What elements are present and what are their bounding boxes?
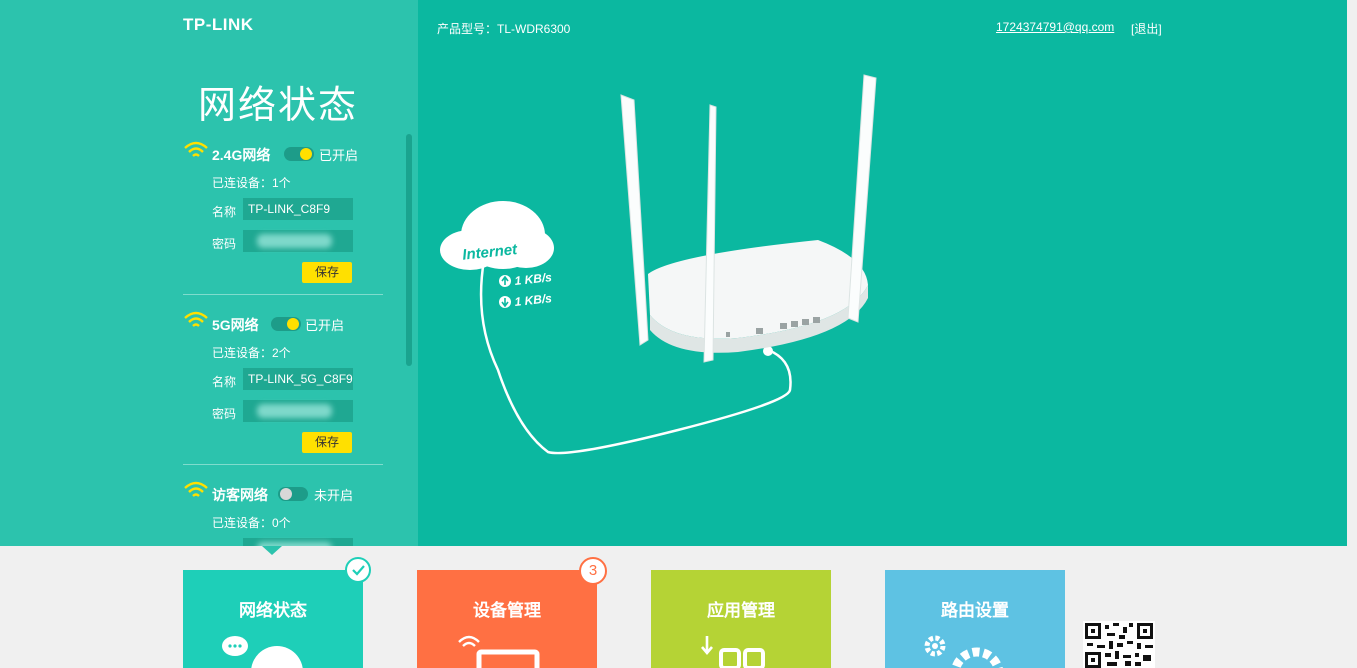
ssid-input[interactable] — [243, 538, 353, 546]
password-input[interactable] — [243, 400, 353, 422]
sidebar: TP-LINK 网络状态 2.4G网络 已开启 已连设备：1个 名称 TP-LI… — [0, 0, 418, 546]
connected-devices: 已连设备：2个 — [212, 346, 291, 360]
nav-card-label: 路由设置 — [941, 601, 1009, 620]
save-button[interactable]: 保存 — [302, 432, 352, 453]
antenna — [620, 94, 649, 346]
nav-card-device-management[interactable]: 设备管理 — [417, 570, 597, 668]
toggle-knob — [287, 318, 299, 330]
divider — [183, 294, 383, 295]
download-speed: 1 KB/s — [514, 291, 553, 309]
wifi-icon — [184, 311, 208, 327]
nav-card-app-management[interactable]: 应用管理 — [651, 570, 831, 668]
network-name: 5G网络 — [212, 317, 259, 333]
password-label: 密码 — [212, 237, 237, 251]
product-model: 产品型号：TL-WDR6300 — [437, 22, 571, 36]
network-name: 2.4G网络 — [212, 147, 271, 163]
network-status: 已开启 — [305, 318, 345, 333]
active-pointer — [262, 546, 282, 555]
ssid-label: 名称 — [212, 375, 237, 389]
devices-icon — [458, 635, 540, 668]
wifi-icon — [184, 141, 208, 157]
router-diagram: Internet 1 KB/s 1 KB/s — [440, 74, 877, 455]
ssid-input[interactable]: TP-LINK_C8F9 — [243, 198, 353, 220]
ssid-input[interactable]: TP-LINK_5G_C8F9 — [243, 368, 353, 390]
top-area: TP-LINK 网络状态 2.4G网络 已开启 已连设备：1个 名称 TP-LI… — [0, 0, 1357, 546]
nav-card-network-status[interactable]: 网络状态 — [183, 570, 363, 668]
nav-card-label: 设备管理 — [473, 601, 541, 620]
brand-logo: TP-LINK — [183, 15, 254, 34]
connected-devices: 已连设备：0个 — [212, 516, 291, 530]
network-name: 访客网络 — [212, 487, 268, 503]
network-status: 已开启 — [319, 148, 359, 163]
nav-card-label: 应用管理 — [707, 601, 775, 620]
qr-code-icon — [1083, 621, 1155, 668]
network-status: 未开启 — [314, 488, 354, 503]
toggle-knob — [300, 148, 312, 160]
network-toggle[interactable] — [284, 147, 314, 161]
sidebar-scrollbar[interactable] — [406, 134, 412, 366]
password-input[interactable] — [243, 230, 353, 252]
wifi-icon — [184, 481, 208, 497]
network-toggle[interactable] — [271, 317, 301, 331]
toggle-knob — [280, 488, 292, 500]
gears-icon — [924, 635, 1003, 668]
account-link[interactable]: 1724374791@qq.com — [996, 20, 1114, 34]
connected-devices: 已连设备：1个 — [212, 176, 291, 190]
apps-icon — [701, 636, 765, 668]
globe-chat-icon — [222, 636, 303, 668]
device-count-badge: 3 — [579, 557, 607, 585]
network-toggle[interactable] — [278, 487, 308, 501]
check-icon — [345, 557, 371, 583]
divider — [183, 464, 383, 465]
nav-card-router-settings[interactable]: 路由设置 — [885, 570, 1065, 668]
upload-speed: 1 KB/s — [514, 270, 553, 288]
page-title: 网络状态 — [198, 83, 359, 127]
nav-card-label: 网络状态 — [239, 601, 307, 620]
password-label: 密码 — [212, 407, 237, 421]
logout-link[interactable]: [退出] — [1131, 20, 1162, 37]
save-button[interactable]: 保存 — [302, 262, 352, 283]
page-edge — [1347, 0, 1357, 546]
ssid-label: 名称 — [212, 205, 237, 219]
